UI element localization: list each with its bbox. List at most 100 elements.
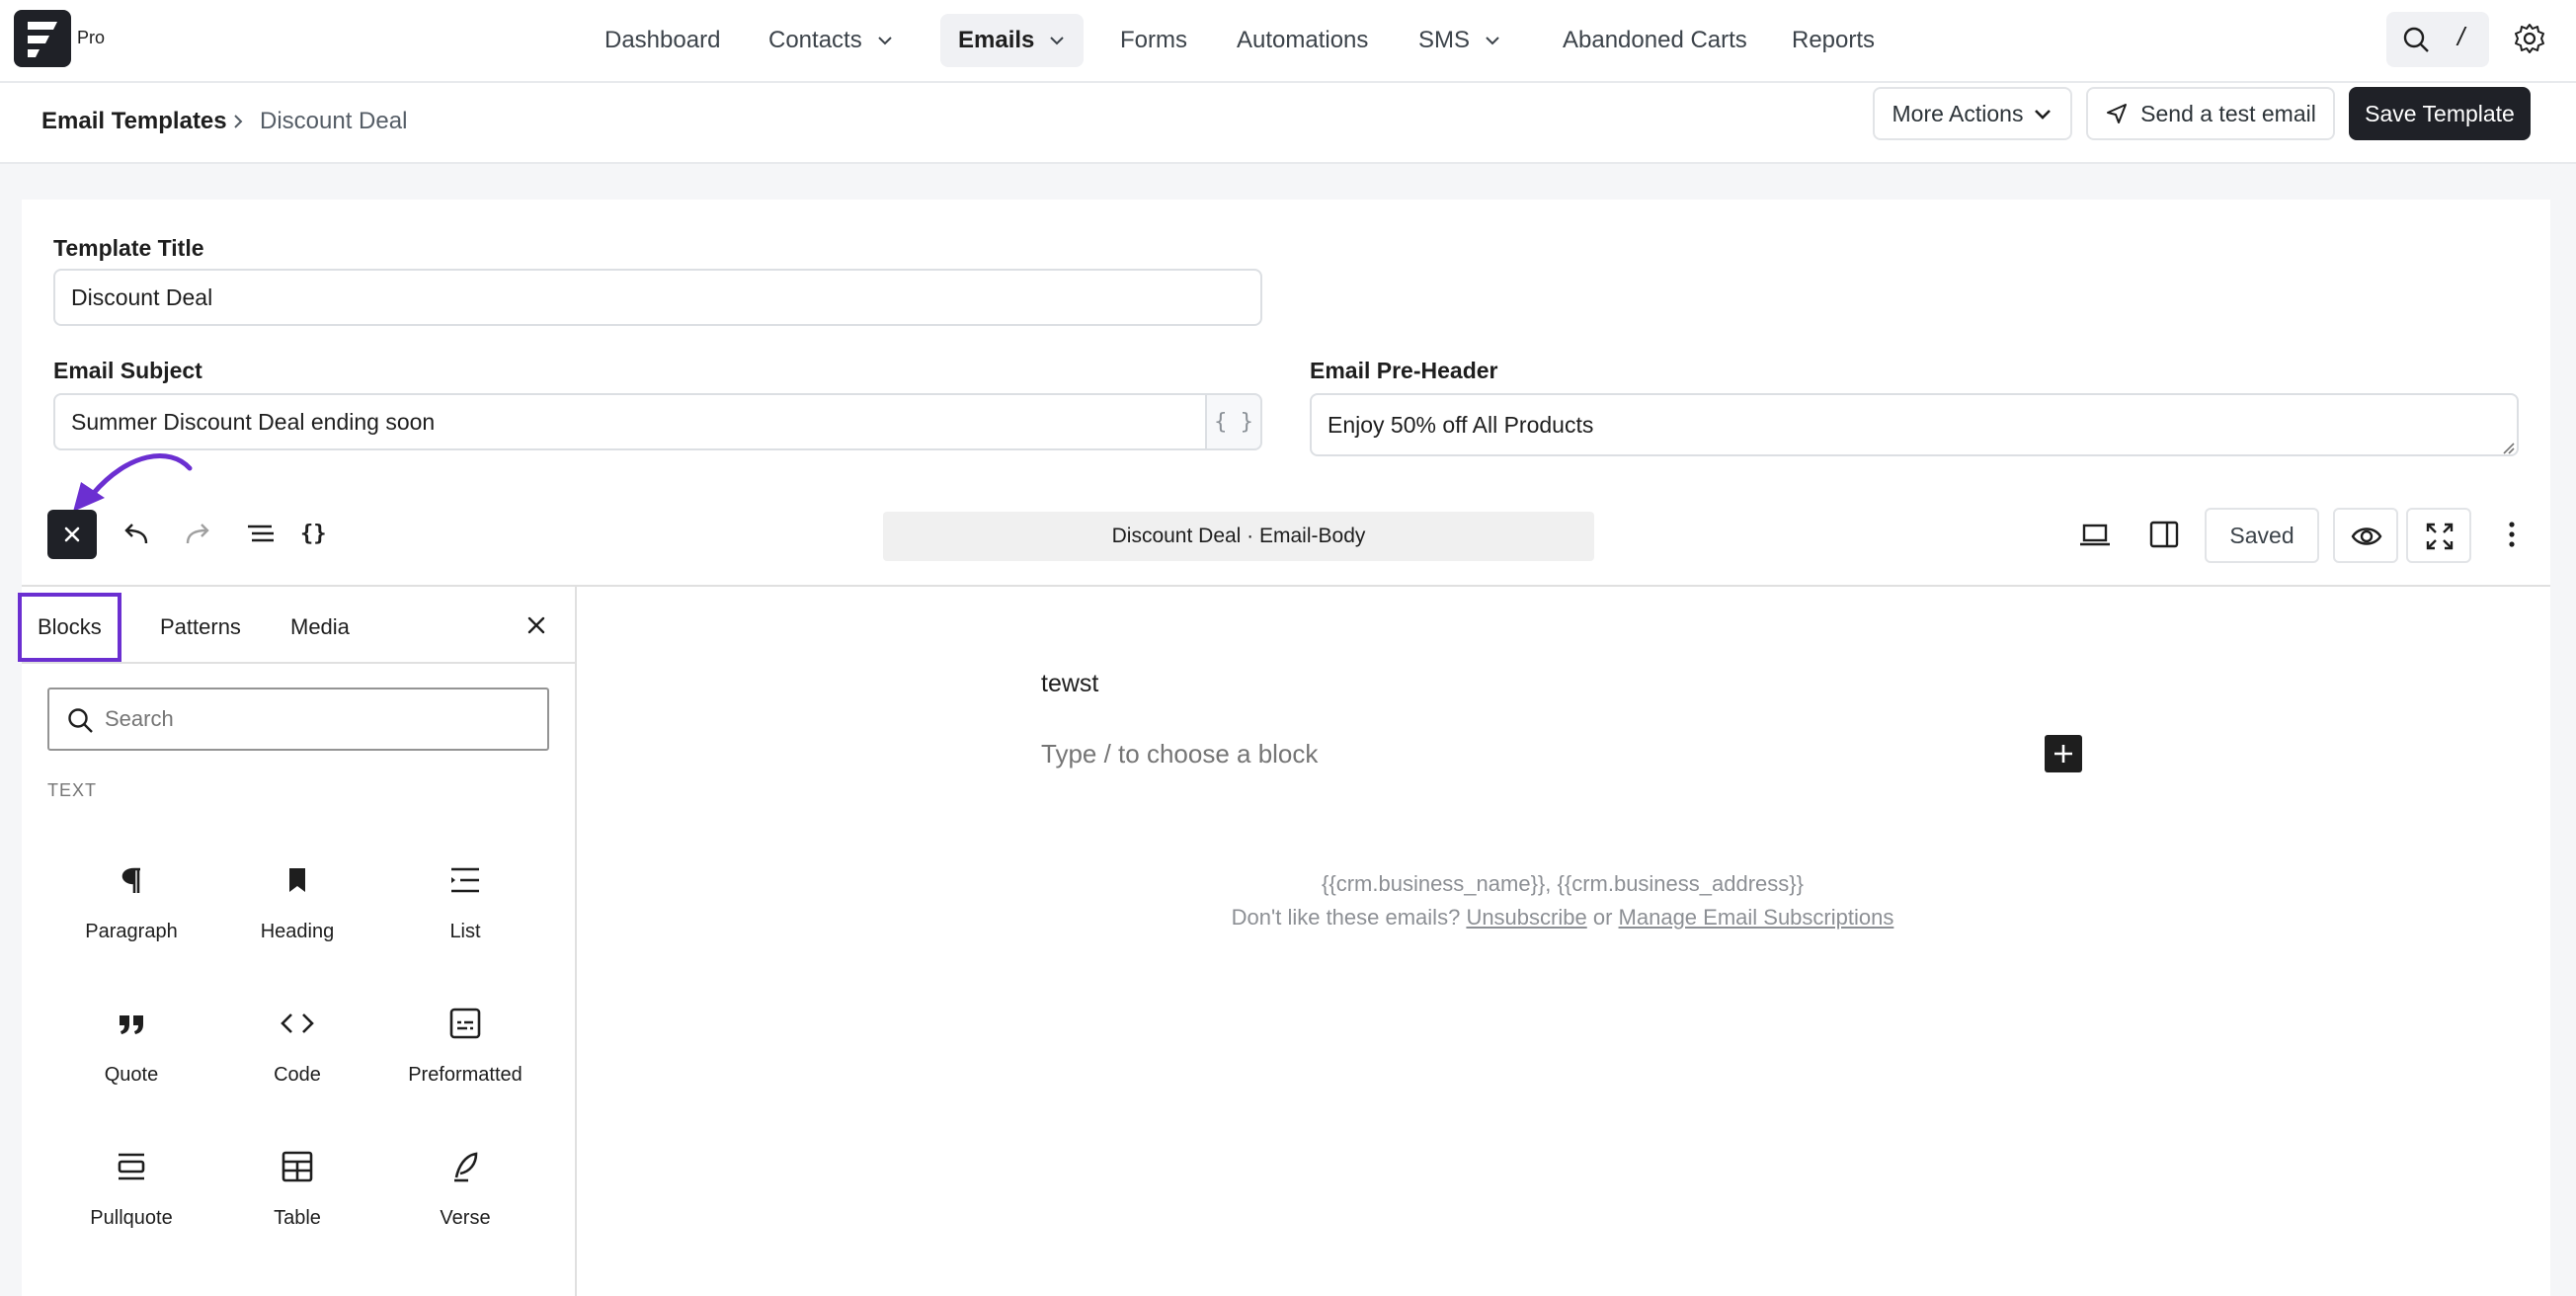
close-icon <box>64 526 80 542</box>
unsubscribe-link[interactable]: Unsubscribe <box>1466 905 1586 930</box>
tab-label: Patterns <box>160 614 241 639</box>
panel-divider <box>22 662 577 664</box>
block-preformatted[interactable]: Preformatted <box>381 995 549 1123</box>
block-search-input[interactable] <box>105 697 529 741</box>
settings-sidebar-icon[interactable] <box>2147 518 2181 551</box>
send-test-label: Send a test email <box>2140 100 2316 126</box>
nav-contacts[interactable]: Contacts <box>751 14 912 67</box>
chevron-down-icon <box>2035 110 2052 120</box>
tab-label: Media <box>290 614 350 639</box>
add-block-button[interactable] <box>2045 735 2082 772</box>
email-subject-value: Summer Discount Deal ending soon <box>71 408 436 435</box>
block-placeholder[interactable]: Type / to choose a block <box>1041 739 1318 770</box>
nav-sms[interactable]: SMS <box>1401 14 1519 67</box>
block-pullquote[interactable]: Pullquote <box>47 1138 215 1266</box>
nav-label: SMS <box>1418 27 1471 53</box>
nav-reports[interactable]: Reports <box>1774 14 1892 67</box>
preview-button[interactable] <box>2333 508 2398 563</box>
more-actions-button[interactable]: More Actions <box>1873 87 2072 140</box>
nav-dashboard[interactable]: Dashboard <box>587 14 738 67</box>
merge-tags-icon[interactable]: {} <box>300 522 334 555</box>
gear-icon[interactable] <box>2513 22 2546 55</box>
block-search-box <box>47 688 549 751</box>
nav-label: Abandoned Carts <box>1563 27 1747 53</box>
fullscreen-button[interactable] <box>2406 508 2471 563</box>
top-navigation: Pro Dashboard Contacts Emails Forms Auto… <box>0 0 2576 83</box>
saved-status-button[interactable]: Saved <box>2205 508 2319 563</box>
template-title-input[interactable]: Discount Deal <box>53 269 1262 326</box>
footer-or: or <box>1592 905 1613 930</box>
email-preheader-input[interactable]: Enjoy 50% off All Products <box>1310 393 2519 456</box>
block-table[interactable]: Table <box>213 1138 381 1266</box>
template-title-label: Template Title <box>53 235 204 261</box>
document-overview-icon[interactable] <box>244 518 278 551</box>
paragraph-block[interactable]: tewst <box>1041 670 1098 698</box>
email-preheader-label: Email Pre-Header <box>1310 358 1498 383</box>
block-label: Pullquote <box>90 1207 173 1229</box>
manage-subscriptions-link[interactable]: Manage Email Subscriptions <box>1619 905 1894 930</box>
undo-icon[interactable] <box>119 518 152 551</box>
block-code[interactable]: Code <box>213 995 381 1123</box>
nav-forms[interactable]: Forms <box>1102 14 1205 67</box>
tab-media[interactable]: Media <box>275 593 365 662</box>
pullquote-icon <box>118 1153 145 1180</box>
document-title: Discount Deal · Email-Body <box>1111 525 1366 547</box>
nav-label: Contacts <box>768 27 862 53</box>
chevron-right-icon <box>234 115 243 128</box>
email-footer: {{crm.business_name}}, {{crm.business_ad… <box>1041 867 2084 934</box>
redo-icon[interactable] <box>182 518 215 551</box>
merge-tag-icon: { } <box>1214 409 1253 435</box>
nav-automations[interactable]: Automations <box>1219 14 1386 67</box>
block-label: Code <box>274 1064 321 1086</box>
resize-handle-icon[interactable] <box>2499 439 2515 454</box>
search-icon <box>2403 27 2429 52</box>
chevron-down-icon <box>1486 37 1499 45</box>
email-subject-input[interactable]: Summer Discount Deal ending soon <box>53 393 1209 450</box>
global-search-button[interactable]: / <box>2386 12 2489 67</box>
nav-label: Forms <box>1120 27 1187 53</box>
document-title-bar[interactable]: Discount Deal · Email-Body <box>883 512 1594 561</box>
email-subject-label: Email Subject <box>53 358 202 383</box>
block-verse[interactable]: Verse <box>381 1138 549 1266</box>
table-icon <box>282 1151 313 1182</box>
main-menu: Dashboard Contacts Emails Forms Automati… <box>0 0 2576 83</box>
code-icon <box>281 1013 314 1033</box>
block-list[interactable]: List <box>381 851 549 980</box>
merge-tag-button[interactable]: { } <box>1205 393 1262 450</box>
desktop-preview-icon[interactable] <box>2078 518 2112 551</box>
tab-patterns[interactable]: Patterns <box>144 593 257 662</box>
block-paragraph[interactable]: Paragraph <box>47 851 215 980</box>
close-inserter-button[interactable] <box>47 510 97 559</box>
template-title-value: Discount Deal <box>71 284 213 310</box>
footer-business-line: {{crm.business_name}}, {{crm.business_ad… <box>1322 871 1804 896</box>
send-test-email-button[interactable]: Send a test email <box>2086 87 2335 140</box>
nav-label: Reports <box>1792 27 1876 53</box>
send-icon <box>2107 104 2128 123</box>
tab-blocks[interactable]: Blocks <box>18 593 121 662</box>
nav-emails[interactable]: Emails <box>940 14 1085 67</box>
save-template-button[interactable]: Save Template <box>2349 87 2531 140</box>
preformatted-icon <box>449 1008 481 1039</box>
nav-abandoned-carts[interactable]: Abandoned Carts <box>1545 14 1765 67</box>
close-icon[interactable] <box>522 610 551 640</box>
nav-label: Dashboard <box>604 27 721 53</box>
plus-icon <box>2054 745 2072 763</box>
more-actions-label: More Actions <box>1892 100 2024 126</box>
list-icon <box>451 867 479 893</box>
paragraph-icon <box>121 867 140 893</box>
email-preheader-value: Enjoy 50% off All Products <box>1328 411 1594 438</box>
saved-label: Saved <box>2229 522 2294 548</box>
block-label: Paragraph <box>85 921 178 942</box>
block-quote[interactable]: Quote <box>47 995 215 1123</box>
breadcrumb-email-templates[interactable]: Email Templates <box>41 101 227 142</box>
block-label: Quote <box>104 1064 159 1086</box>
nav-label: Emails <box>958 27 1035 53</box>
block-heading[interactable]: Heading <box>213 851 381 980</box>
shortcut-hint: / <box>2457 22 2465 51</box>
more-options-icon[interactable] <box>2495 518 2529 551</box>
fullscreen-icon <box>2426 523 2454 550</box>
heading-icon <box>289 868 305 892</box>
eye-icon <box>2351 527 2382 545</box>
footer-prefix: Don't like these emails? <box>1231 905 1461 930</box>
block-label: List <box>449 921 481 942</box>
